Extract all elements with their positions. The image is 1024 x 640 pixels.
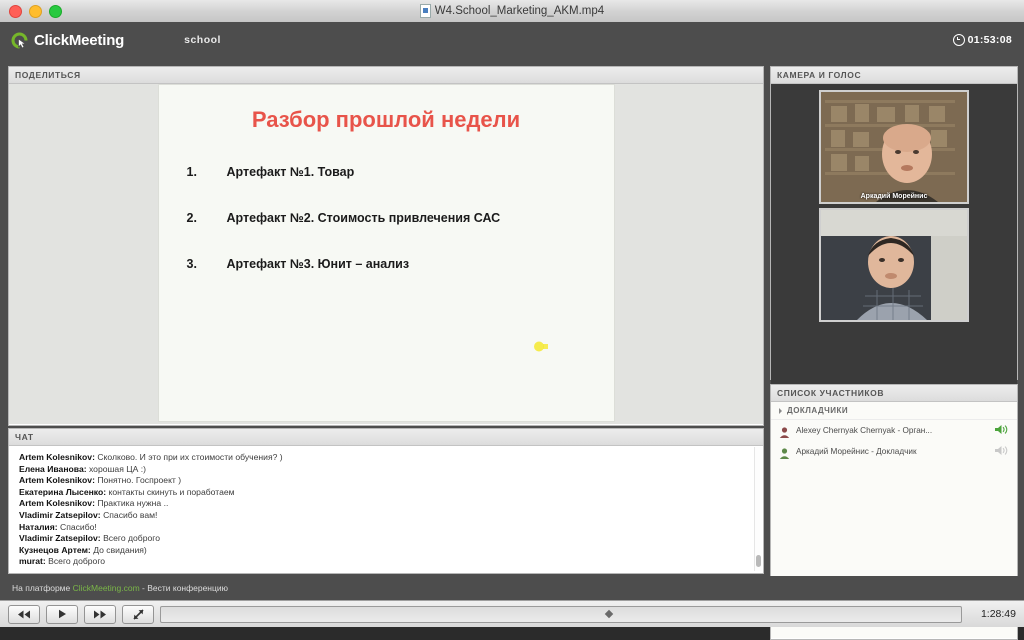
- chat-message: Artem Kolesnikov: Практика нужна ..: [9, 498, 763, 510]
- clickmeeting-link[interactable]: ClickMeeting.com: [73, 583, 140, 593]
- platform-footer-text: На платформе ClickMeeting.com - Вести ко…: [12, 583, 228, 593]
- time-remaining: 1:28:49: [980, 608, 1016, 620]
- clickmeeting-mark-icon: [10, 31, 29, 50]
- chat-text: хорошая ЦА :): [88, 463, 146, 474]
- file-icon: [419, 4, 431, 18]
- slide-viewport[interactable]: Разбор прошлой недели 1. Артефакт №1. То…: [9, 84, 763, 424]
- window-titlebar: W4.School_Marketing_AKM.mp4: [0, 0, 1024, 23]
- chat-message: Наталия: Спасибо!: [9, 522, 763, 534]
- chat-message: Artem Kolesnikov: Сколково. И это при их…: [9, 452, 763, 464]
- chat-text: Понятно. Госпроект ): [97, 475, 182, 486]
- clock-icon: [952, 34, 965, 46]
- share-panel: ПОДЕЛИТЬСЯ Разбор прошлой недели 1. Арте…: [8, 66, 764, 426]
- seek-slider-thumb[interactable]: [604, 609, 614, 619]
- chat-author: Vladimir Zatsepilov:: [19, 509, 101, 520]
- camera-feed-primary[interactable]: Аркадий Морейнис: [819, 90, 969, 204]
- chat-scrollbar[interactable]: [754, 447, 762, 571]
- chat-text: контакты скинуть и поработаем: [108, 486, 235, 497]
- slide-item-text: Артефакт №3. Юнит – анализ: [226, 257, 410, 271]
- meeting-stage: ПОДЕЛИТЬСЯ Разбор прошлой недели 1. Арте…: [0, 58, 1024, 640]
- slide-list-item: 2. Артефакт №2. Стоимость привлечения СА…: [187, 211, 614, 225]
- participant-name: Alexey Chernyak Chernyak - Орган...: [796, 426, 933, 435]
- chat-author: murat:: [19, 556, 46, 567]
- session-elapsed-text: 01:53:08: [967, 34, 1012, 46]
- platform-footer: На платформе ClickMeeting.com - Вести ко…: [0, 576, 1024, 600]
- highlighter-pointer-icon: [533, 340, 548, 352]
- chat-text: Спасибо вам!: [103, 509, 158, 520]
- chat-message: Artem Kolesnikov: Понятно. Госпроект ): [9, 475, 763, 487]
- chat-message: murat: Всего доброго: [9, 556, 763, 568]
- play-button[interactable]: [46, 604, 78, 624]
- chat-author: Наталия:: [19, 521, 58, 532]
- avatar-icon: [779, 425, 790, 438]
- seek-slider[interactable]: [160, 605, 962, 623]
- chat-panel-title: ЧАТ: [9, 429, 763, 446]
- participants-group-header[interactable]: ДОКЛАДЧИКИ: [771, 402, 1017, 420]
- chat-message-list[interactable]: Artem Kolesnikov: Сколково. И это при их…: [9, 446, 763, 572]
- forward-button[interactable]: [84, 604, 116, 624]
- chat-text: Практика нужна ..: [97, 498, 169, 509]
- chat-message: Кузнецов Артем: До свидания): [9, 545, 763, 557]
- chat-text: До свидания): [93, 544, 147, 555]
- camera-panel: КАМЕРА И ГОЛОС Аркадий Морейнис: [770, 66, 1018, 384]
- participant-row[interactable]: Аркадий Морейнис - Докладчик: [771, 441, 1017, 462]
- chat-scrollbar-thumb[interactable]: [756, 555, 761, 567]
- camera-feed-secondary[interactable]: [819, 208, 969, 322]
- chevron-right-icon: [779, 407, 782, 414]
- media-player-controls: 1:28:49: [0, 600, 1024, 627]
- chat-author: Кузнецов Артем:: [19, 544, 91, 555]
- slide-list-item: 3. Артефакт №3. Юнит – анализ: [187, 257, 614, 271]
- chat-text: Сколково. И это при их стоимости обучени…: [97, 452, 283, 462]
- chat-message: Vladimir Zatsepilov: Всего доброго: [9, 533, 763, 545]
- app-window: W4.School_Marketing_AKM.mp4 ClickMeeting…: [0, 0, 1024, 640]
- camera-feeds: Аркадий Морейнис: [771, 84, 1017, 384]
- chat-message: Елена Иванова: хорошая ЦА :): [9, 464, 763, 476]
- slide-list-item: 1. Артефакт №1. Товар: [187, 165, 614, 179]
- participants-panel-title: СПИСОК УЧАСТНИКОВ: [771, 385, 1017, 402]
- chat-message: Екатерина Лысенко: контакты скинуть и по…: [9, 487, 763, 499]
- chat-author: Artem Kolesnikov:: [19, 475, 95, 486]
- footer-suffix: - Вести конференцию: [139, 583, 228, 593]
- chat-text: Всего доброго: [103, 533, 160, 544]
- session-timer: 01:53:08: [952, 34, 1012, 46]
- chat-author: Екатерина Лысенко:: [19, 486, 107, 497]
- slide-item-number: 1.: [186, 165, 197, 179]
- chat-text: Всего доброго: [48, 556, 106, 567]
- presentation-slide: Разбор прошлой недели 1. Артефакт №1. То…: [157, 84, 615, 422]
- rewind-button[interactable]: [8, 604, 40, 624]
- participant-name: Аркадий Морейнис - Докладчик: [796, 447, 917, 456]
- avatar-icon: [779, 446, 790, 459]
- slide-heading: Разбор прошлой недели: [251, 107, 521, 132]
- share-panel-title: ПОДЕЛИТЬСЯ: [9, 67, 763, 84]
- chat-author: Елена Иванова:: [19, 463, 87, 474]
- participant-row[interactable]: Alexey Chernyak Chernyak - Орган...: [771, 420, 1017, 441]
- camera-panel-title: КАМЕРА И ГОЛОС: [771, 67, 1017, 84]
- footer-prefix: На платформе: [12, 583, 73, 593]
- participants-group-label: ДОКЛАДЧИКИ: [787, 406, 849, 415]
- chat-text: Спасибо!: [59, 521, 97, 532]
- window-title-text: W4.School_Marketing_AKM.mp4: [434, 5, 605, 17]
- chat-author: Artem Kolesnikov:: [19, 498, 95, 509]
- chat-author: Artem Kolesnikov:: [19, 452, 95, 462]
- clickmeeting-brand-text: ClickMeeting: [34, 31, 125, 49]
- slide-item-text: Артефакт №2. Стоимость привлечения САС: [226, 211, 501, 225]
- chat-panel: ЧАТ Artem Kolesnikov: Сколково. И это пр…: [8, 428, 764, 574]
- chat-message: Vladimir Zatsepilov: Спасибо вам!: [9, 510, 763, 522]
- slide-item-number: 3.: [186, 257, 197, 271]
- speaker-off-icon[interactable]: [995, 443, 1008, 461]
- slide-item-number: 2.: [186, 211, 197, 225]
- clickmeeting-logo: ClickMeeting: [10, 31, 124, 50]
- fullscreen-button[interactable]: [122, 604, 154, 624]
- chat-author: Vladimir Zatsepilov:: [19, 533, 101, 544]
- room-name: school: [184, 34, 221, 46]
- slide-list: 1. Артефакт №1. Товар 2. Артефакт №2. Ст…: [159, 165, 614, 271]
- camera-name-label: Аркадий Морейнис: [860, 193, 928, 200]
- speaker-on-icon[interactable]: [995, 422, 1008, 440]
- window-title: W4.School_Marketing_AKM.mp4: [0, 4, 1024, 18]
- slide-item-text: Артефакт №1. Товар: [226, 165, 355, 179]
- clickmeeting-header: ClickMeeting school 01:53:08: [0, 22, 1024, 58]
